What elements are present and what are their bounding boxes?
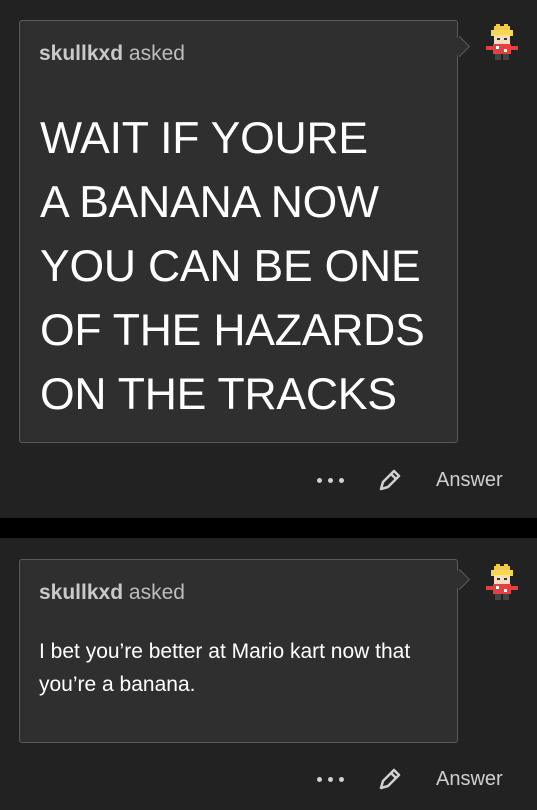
- post-actions: Answer: [0, 759, 537, 799]
- asker-line: skullkxd asked: [39, 581, 185, 605]
- question-bubble: skullkxd asked WAIT IF YOURE A BANANA NO…: [19, 20, 471, 443]
- ask-post: skullkxd asked WAIT IF YOURE A BANANA NO…: [0, 0, 537, 518]
- question-line: OF THE HAZARDS: [40, 306, 425, 355]
- bubble-tail: [448, 568, 471, 591]
- asker-line: skullkxd asked: [39, 42, 185, 66]
- more-dots-icon[interactable]: [315, 769, 347, 789]
- question-line: WAIT IF YOURE: [40, 114, 368, 163]
- answer-button[interactable]: Answer: [436, 469, 503, 492]
- pixel-character-icon: [486, 564, 518, 600]
- question-bubble: skullkxd asked I bet you’re better at Ma…: [19, 559, 471, 743]
- asker-avatar[interactable]: [480, 22, 524, 66]
- ask-post: skullkxd asked I bet you’re better at Ma…: [0, 538, 537, 810]
- question-text: WAIT IF YOURE A BANANA NOW YOU CAN BE ON…: [40, 107, 455, 427]
- question-line: A BANANA NOW: [40, 178, 379, 227]
- answer-button[interactable]: Answer: [436, 768, 503, 791]
- asker-avatar[interactable]: [480, 562, 524, 606]
- pencil-icon[interactable]: [376, 765, 404, 793]
- asker-name-link[interactable]: skullkxd: [39, 581, 123, 604]
- bubble-tail: [448, 35, 471, 58]
- post-actions: Answer: [0, 460, 537, 500]
- asked-label: asked: [128, 581, 185, 604]
- question-line: YOU CAN BE ONE: [40, 242, 421, 291]
- more-dots-icon[interactable]: [315, 470, 347, 490]
- question-text: I bet you’re better at Mario kart now th…: [39, 640, 411, 696]
- asker-name-link[interactable]: skullkxd: [39, 42, 123, 65]
- question-line: ON THE TRACKS: [40, 370, 397, 419]
- pixel-character-icon: [486, 24, 518, 60]
- asked-label: asked: [128, 42, 185, 65]
- pencil-icon[interactable]: [376, 466, 404, 494]
